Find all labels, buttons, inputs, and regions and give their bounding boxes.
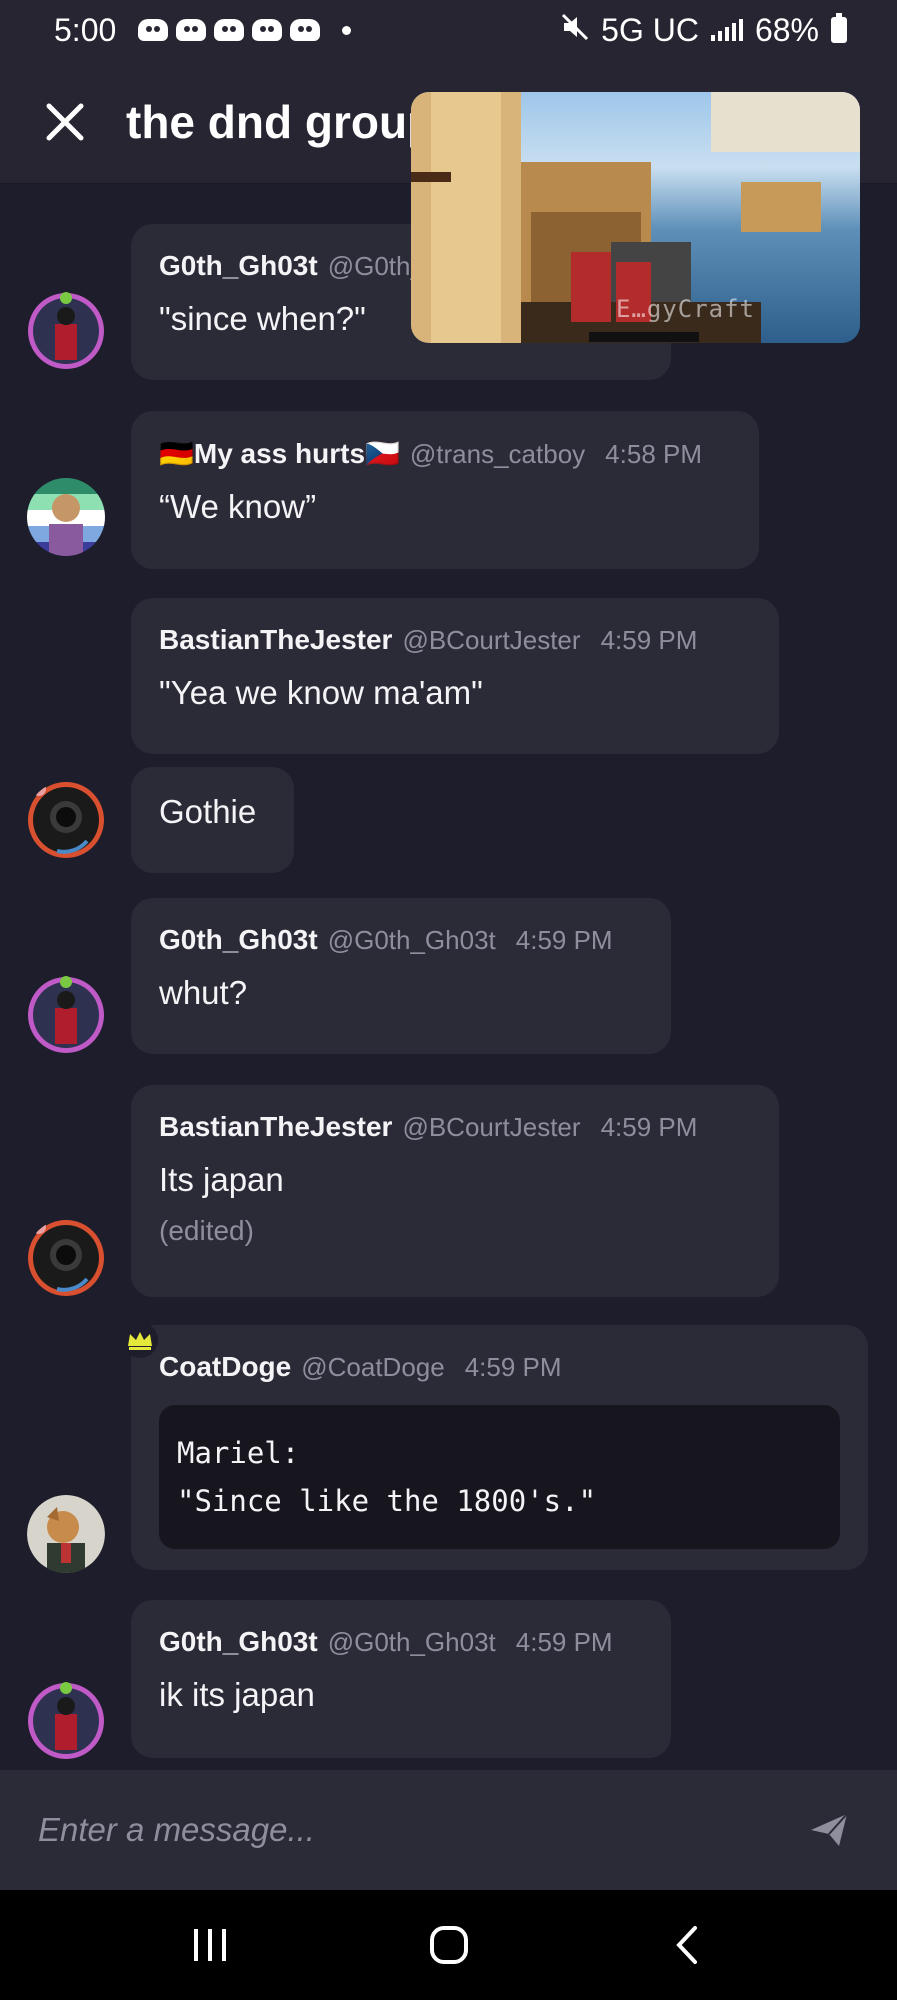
- status-right: 5G UC 68%: [561, 12, 847, 49]
- system-nav-bar: [0, 1890, 897, 2000]
- message-bubble[interactable]: G0th_Gh03t @G0th_Gh03t 4:59 PM whut?: [131, 898, 671, 1054]
- send-icon: [811, 1813, 848, 1846]
- avatar[interactable]: [27, 292, 105, 370]
- username[interactable]: BastianTheJester: [159, 1111, 392, 1143]
- status-time: 5:00: [54, 11, 117, 48]
- chat-title: the dnd group: [126, 95, 436, 148]
- user-handle: @G0th_Gh03t: [327, 925, 496, 955]
- message-bubble[interactable]: Gothie: [131, 767, 294, 873]
- code-block: Mariel: "Since like the 1800's.": [159, 1405, 840, 1549]
- message-header: G0th_Gh03t @G0th_Gh03t 4:59 PM: [159, 1626, 643, 1658]
- message-header: G0th_Gh03t @G0th_Gh03t 4:59 PM: [159, 924, 643, 956]
- message-bubble[interactable]: BastianTheJester @BCourtJester 4:59 PM "…: [131, 598, 779, 754]
- pip-video[interactable]: E…gyCraft: [411, 92, 860, 343]
- close-icon: [46, 103, 84, 140]
- message-bubble[interactable]: 🇩🇪My ass hurts🇨🇿 @trans_catboy 4:58 PM “…: [131, 411, 759, 569]
- back-button[interactable]: [648, 1905, 728, 1985]
- avatar[interactable]: [27, 781, 105, 859]
- message-bubble[interactable]: BastianTheJester @BCourtJester 4:59 PM I…: [131, 1085, 779, 1297]
- edited-label: (edited): [159, 1215, 254, 1246]
- message-list[interactable]: G0th_Gh03t @G0th_Gh03t "since when?" 🇩🇪M…: [0, 184, 897, 1770]
- timestamp: 4:59 PM: [600, 1112, 698, 1142]
- video-watermark: E…gyCraft: [615, 295, 755, 323]
- avatar[interactable]: [27, 478, 105, 556]
- message-text: ik its japan: [159, 1676, 315, 1713]
- username[interactable]: G0th_Gh03t: [159, 1626, 318, 1658]
- user-handle: @G0th_Gh03t: [327, 1627, 496, 1657]
- message-text: whut?: [159, 974, 248, 1011]
- recent-apps-button[interactable]: [170, 1905, 250, 1985]
- avatar[interactable]: [27, 1682, 105, 1760]
- user-handle: @BCourtJester: [402, 1112, 581, 1142]
- signal-icon: [710, 19, 743, 41]
- discord-icon: [252, 19, 283, 41]
- message-composer: [0, 1770, 897, 1890]
- discord-icon: [214, 19, 245, 41]
- avatar[interactable]: [27, 1219, 105, 1297]
- user-handle: @trans_catboy: [409, 439, 586, 469]
- username[interactable]: CoatDoge: [159, 1351, 291, 1383]
- message-text: Gothie: [159, 793, 257, 830]
- message-bubble[interactable]: CoatDoge @CoatDoge 4:59 PM Mariel: "Sinc…: [131, 1325, 868, 1570]
- timestamp: 4:58 PM: [605, 439, 702, 469]
- crown-icon: [122, 1322, 158, 1358]
- username[interactable]: 🇩🇪My ass hurts🇨🇿: [159, 437, 400, 470]
- message-text: "Yea we know ma'am": [159, 674, 483, 711]
- message-header: 🇩🇪My ass hurts🇨🇿 @trans_catboy 4:58 PM: [159, 437, 731, 470]
- avatar[interactable]: [27, 1495, 105, 1573]
- message-input[interactable]: [38, 1811, 799, 1849]
- app-root: 5:00 5G UC 68% the dnd group E…gyCraft G…: [0, 0, 897, 2000]
- timestamp: 4:59 PM: [515, 1627, 613, 1657]
- mute-icon: [561, 13, 589, 48]
- timestamp: 4:59 PM: [464, 1352, 562, 1382]
- discord-icon: [176, 19, 207, 41]
- home-button[interactable]: [409, 1905, 489, 1985]
- battery-percent: 68%: [754, 11, 819, 48]
- username[interactable]: G0th_Gh03t: [159, 924, 318, 956]
- close-button[interactable]: [32, 89, 98, 155]
- home-icon: [429, 1926, 468, 1964]
- back-icon: [675, 1926, 697, 1964]
- message-header: BastianTheJester @BCourtJester 4:59 PM: [159, 1111, 751, 1143]
- discord-icon: [290, 19, 321, 41]
- username[interactable]: BastianTheJester: [159, 624, 392, 656]
- discord-icon: [138, 19, 169, 41]
- recent-apps-icon: [193, 1929, 226, 1961]
- status-left: 5:00: [54, 11, 352, 49]
- message-header: CoatDoge @CoatDoge 4:59 PM: [159, 1351, 840, 1383]
- send-button[interactable]: [799, 1800, 859, 1860]
- user-handle: @BCourtJester: [402, 625, 581, 655]
- message-text: “We know”: [159, 488, 317, 525]
- user-handle: @CoatDoge: [301, 1352, 445, 1382]
- battery-icon: [831, 13, 847, 43]
- message-text: Its japan: [159, 1161, 284, 1198]
- status-bar: 5:00 5G UC 68%: [0, 0, 897, 60]
- network-label: 5G UC: [601, 11, 699, 48]
- more-notifications-dot: [342, 25, 352, 35]
- message-header: BastianTheJester @BCourtJester 4:59 PM: [159, 624, 751, 656]
- timestamp: 4:59 PM: [515, 925, 613, 955]
- avatar[interactable]: [27, 976, 105, 1054]
- notification-icons: [138, 19, 321, 41]
- username[interactable]: G0th_Gh03t: [159, 250, 318, 282]
- timestamp: 4:59 PM: [600, 625, 698, 655]
- message-bubble[interactable]: G0th_Gh03t @G0th_Gh03t 4:59 PM ik its ja…: [131, 1600, 671, 1758]
